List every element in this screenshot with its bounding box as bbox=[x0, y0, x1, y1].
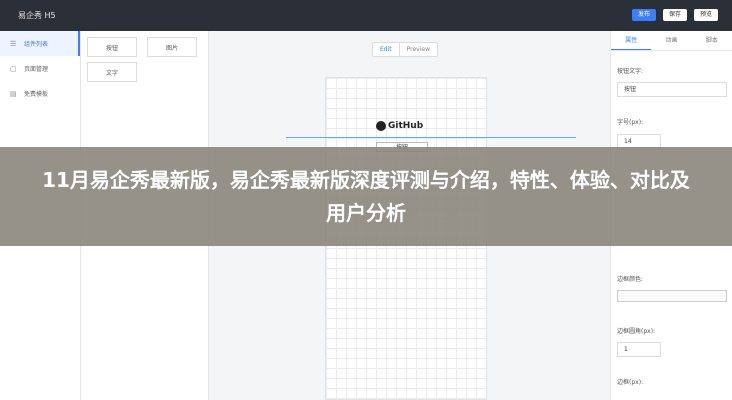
sidebar-item-label: 页面管理 bbox=[24, 66, 49, 73]
template-icon: ▤ bbox=[10, 89, 17, 98]
preview-mode-button[interactable]: Preview bbox=[400, 43, 437, 56]
list-icon: ☰ bbox=[10, 39, 17, 48]
property-tabs: 属性 动画 脚本 bbox=[611, 31, 732, 51]
alignment-guide bbox=[286, 137, 576, 138]
github-logo[interactable]: GitHub bbox=[376, 121, 423, 131]
component-button[interactable]: 按钮 bbox=[87, 37, 137, 57]
pages-icon: ▢ bbox=[10, 64, 17, 73]
button-text-field[interactable]: 按钮 bbox=[617, 82, 727, 97]
mode-toggle: Edit Preview bbox=[372, 42, 438, 57]
component-text[interactable]: 文字 bbox=[87, 62, 137, 82]
headline-banner: 11月易企秀最新版，易企秀最新版深度评测与介绍，特性、体验、对比及用户分析 bbox=[0, 147, 732, 246]
border-color-label: 边框颜色: bbox=[617, 276, 644, 283]
font-size-label: 字号(px): bbox=[617, 119, 644, 126]
edit-mode-button[interactable]: Edit bbox=[373, 43, 400, 56]
sidebar-item-templates[interactable]: ▤ 免费模板 bbox=[0, 81, 80, 106]
preview-button[interactable]: 预览 bbox=[694, 9, 718, 21]
component-image[interactable]: 图片 bbox=[147, 37, 197, 57]
tab-animation[interactable]: 动画 bbox=[651, 31, 691, 50]
sidebar-item-label: 组件列表 bbox=[24, 41, 49, 48]
tab-script[interactable]: 脚本 bbox=[692, 31, 732, 50]
button-text-label: 按钮文字: bbox=[617, 68, 644, 75]
sidebar-item-components[interactable]: ☰ 组件列表 bbox=[0, 31, 80, 56]
sidebar-item-pages[interactable]: ▢ 页面管理 bbox=[0, 56, 80, 81]
border-color-picker[interactable] bbox=[617, 290, 727, 302]
publish-button[interactable]: 发布 bbox=[632, 9, 656, 21]
headline-text: 11月易企秀最新版，易企秀最新版深度评测与介绍，特性、体验、对比及用户分析 bbox=[42, 167, 690, 225]
border-radius-label: 边框圆角(px): bbox=[617, 328, 656, 335]
border-radius-stepper[interactable]: 1 bbox=[617, 342, 661, 357]
sidebar-item-label: 免费模板 bbox=[24, 91, 49, 98]
top-bar: 易企秀 H5 发布 保存 预览 bbox=[0, 0, 732, 31]
tab-properties[interactable]: 属性 bbox=[611, 31, 652, 50]
github-logo-text: GitHub bbox=[388, 121, 424, 131]
border-width-label: 边框(px): bbox=[617, 379, 644, 386]
save-button[interactable]: 保存 bbox=[663, 9, 687, 21]
github-octocat-icon bbox=[376, 121, 386, 131]
app-title: 易企秀 H5 bbox=[18, 11, 56, 20]
top-actions: 发布 保存 预览 bbox=[632, 9, 718, 21]
